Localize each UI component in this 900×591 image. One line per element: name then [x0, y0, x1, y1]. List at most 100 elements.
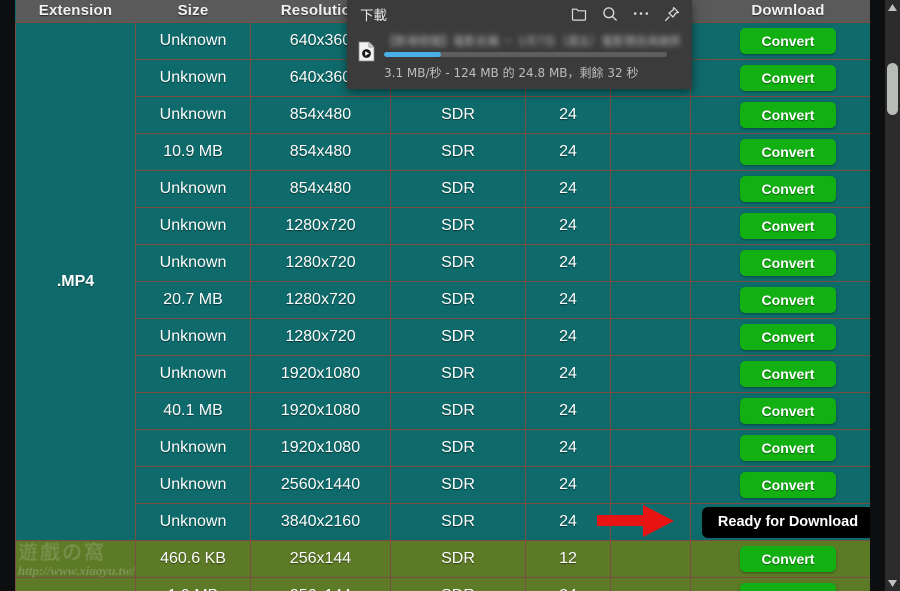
right-gutter — [870, 0, 885, 591]
convert-button[interactable]: Convert — [739, 324, 837, 350]
search-icon[interactable] — [601, 5, 618, 22]
table-row: 40.1 MB 1920x1080 SDR 24 Convert — [16, 392, 885, 430]
table-row: Unknown 3840x2160 SDR 24 Ready for Download — [16, 503, 885, 541]
cell-dynamic-range: SDR — [390, 244, 526, 282]
cell-download: Convert — [690, 429, 885, 467]
cell-dynamic-range: SDR — [390, 96, 526, 134]
pin-icon[interactable] — [663, 5, 680, 22]
cell-fps: 24 — [525, 392, 611, 430]
cell-download: Convert — [690, 281, 885, 319]
cell-fps: 24 — [525, 355, 611, 393]
table-row: 10.9 MB 854x480 SDR 24 Convert — [16, 133, 885, 171]
cell-size: Unknown — [135, 503, 251, 541]
table-row: Unknown 2560x1440 SDR 24 Convert — [16, 466, 885, 504]
convert-button[interactable]: Convert — [739, 139, 837, 165]
cell-fps: 12 — [525, 540, 611, 578]
cell-fps: 24 — [525, 503, 611, 541]
column-header-download[interactable]: Download — [690, 0, 885, 23]
cell-resolution: 256x144 — [250, 540, 391, 578]
convert-button[interactable]: Convert — [739, 435, 837, 461]
convert-button[interactable]: Convert — [739, 176, 837, 202]
left-gutter — [0, 0, 15, 591]
convert-button[interactable]: Convert — [739, 546, 837, 572]
scroll-thumb[interactable] — [887, 63, 898, 115]
cell-spacer — [610, 429, 691, 467]
cell-fps: 24 — [525, 281, 611, 319]
download-item-body: 【影視奇聞】電影名稱 － 1月7日（週五）電影預告與劇照... 3.1 MB/秒… — [384, 34, 680, 81]
scroll-down-arrow-icon[interactable] — [885, 576, 900, 591]
convert-button[interactable]: Convert — [739, 583, 837, 591]
download-filename: 【影視奇聞】電影名稱 － 1月7日（週五）電影預告與劇照... — [384, 35, 680, 47]
cell-fps: 24 — [525, 207, 611, 245]
vertical-scrollbar[interactable] — [885, 0, 900, 591]
cell-resolution: 2560x1440 — [250, 466, 391, 504]
cell-fps: 24 — [525, 429, 611, 467]
cell-size: 460.6 KB — [135, 540, 251, 578]
cell-download: Convert — [690, 170, 885, 208]
download-progress-fill — [384, 52, 441, 57]
cell-size: Unknown — [135, 244, 251, 282]
cell-resolution: 1280x720 — [250, 281, 391, 319]
cell-dynamic-range: SDR — [390, 540, 526, 578]
table-row: Unknown 854x480 SDR 24 Convert — [16, 170, 885, 208]
cell-spacer — [610, 392, 691, 430]
cell-spacer — [610, 244, 691, 282]
cell-fps: 24 — [525, 466, 611, 504]
cell-download: Convert — [690, 207, 885, 245]
cell-dynamic-range: SDR — [390, 466, 526, 504]
table-row: Unknown 1280x720 SDR 24 Convert — [16, 207, 885, 245]
cell-spacer — [610, 207, 691, 245]
cell-size: Unknown — [135, 170, 251, 208]
cell-resolution: 854x480 — [250, 96, 391, 134]
convert-button[interactable]: Convert — [739, 28, 837, 54]
cell-download: Ready for Download — [690, 503, 885, 541]
cell-resolution: 1280x720 — [250, 244, 391, 282]
convert-button[interactable]: Convert — [739, 102, 837, 128]
cell-dynamic-range: SDR — [390, 503, 526, 541]
convert-button[interactable]: Convert — [739, 65, 837, 91]
convert-button[interactable]: Convert — [739, 287, 837, 313]
cell-fps: 24 — [525, 244, 611, 282]
cell-resolution: 1280x720 — [250, 207, 391, 245]
cell-extension — [15, 540, 136, 578]
download-item[interactable]: 【影視奇聞】電影名稱 － 1月7日（週五）電影預告與劇照... 3.1 MB/秒… — [347, 27, 692, 89]
cell-fps: 24 — [525, 133, 611, 171]
convert-button[interactable]: Convert — [739, 398, 837, 424]
more-options-icon[interactable] — [632, 5, 649, 22]
cell-dynamic-range: SDR — [390, 429, 526, 467]
cell-spacer — [610, 503, 691, 541]
cell-size: Unknown — [135, 355, 251, 393]
scroll-up-arrow-icon[interactable] — [885, 0, 900, 15]
cell-fps: 24 — [525, 577, 611, 591]
cell-size: Unknown — [135, 59, 251, 97]
cell-size: 1.9 MB — [135, 577, 251, 591]
cell-download: Convert — [690, 466, 885, 504]
cell-size: Unknown — [135, 429, 251, 467]
convert-button[interactable]: Convert — [739, 213, 837, 239]
cell-spacer — [610, 577, 691, 591]
cell-size: Unknown — [135, 22, 251, 60]
convert-button[interactable]: Convert — [739, 361, 837, 387]
folder-icon[interactable] — [570, 5, 587, 22]
cell-spacer — [610, 466, 691, 504]
column-header-extension[interactable]: Extension — [15, 0, 136, 23]
table-row: Unknown 1280x720 SDR 24 Convert — [16, 318, 885, 356]
cell-size: Unknown — [135, 207, 251, 245]
ready-for-download-button[interactable]: Ready for Download — [701, 506, 875, 538]
cell-spacer — [610, 355, 691, 393]
downloads-popup[interactable]: 下載 【影視奇聞】電影名稱 － 1月7日（週五）電影預告與劇照... 3.1 M… — [347, 0, 692, 89]
cell-extension: .MP4 — [15, 22, 136, 541]
cell-download: Convert — [690, 244, 885, 282]
table-row: Unknown 1280x720 SDR 24 Convert — [16, 244, 885, 282]
video-file-icon — [358, 41, 375, 62]
column-header-size[interactable]: Size — [135, 0, 251, 23]
cell-fps: 24 — [525, 96, 611, 134]
convert-button[interactable]: Convert — [739, 472, 837, 498]
cell-download: Convert — [690, 59, 885, 97]
cell-dynamic-range: SDR — [390, 170, 526, 208]
cell-resolution: 1920x1080 — [250, 355, 391, 393]
cell-resolution: 3840x2160 — [250, 503, 391, 541]
convert-button[interactable]: Convert — [739, 250, 837, 276]
cell-spacer — [610, 318, 691, 356]
cell-size: Unknown — [135, 466, 251, 504]
